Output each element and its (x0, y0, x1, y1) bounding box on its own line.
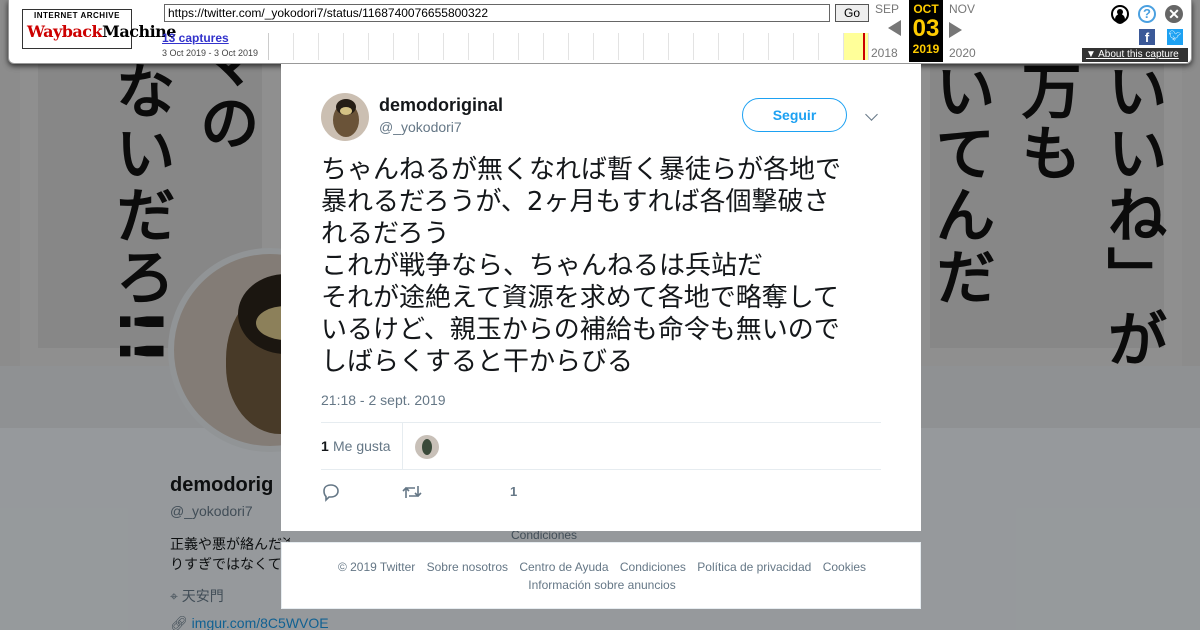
sparkline-month[interactable] (644, 33, 669, 60)
wayback-next-month[interactable]: NOV (949, 2, 975, 16)
about-capture-label[interactable]: About this capture (1098, 49, 1179, 60)
wayback-next-year[interactable]: 2020 (949, 46, 976, 60)
wayback-current-date: OCT 03 2019 (909, 0, 943, 62)
tweet-text-line: いるけど、親玉からの補給も命令も無いので (321, 315, 840, 345)
tweet-author-name[interactable]: demodoriginal (379, 95, 503, 116)
likes-count[interactable]: 1 (321, 438, 329, 454)
sparkline-month[interactable] (294, 33, 319, 60)
sparkline-month[interactable] (844, 33, 869, 60)
sparkline-month[interactable] (494, 33, 519, 60)
prev-arrow-icon[interactable] (888, 20, 901, 36)
wayback-prev-year[interactable]: 2018 (871, 46, 898, 60)
follow-button[interactable]: Seguir (742, 98, 847, 132)
tweet-author-avatar[interactable] (321, 93, 369, 141)
sparkline-month[interactable] (719, 33, 744, 60)
help-icon[interactable]: ? (1138, 5, 1156, 23)
footer-link-privacy[interactable]: Política de privacidad (697, 560, 811, 574)
sparkline-month[interactable] (444, 33, 469, 60)
wayback-date-range: 3 Oct 2019 - 3 Oct 2019 (162, 48, 259, 58)
sparkline-month[interactable] (344, 33, 369, 60)
wayback-url-input[interactable]: https://twitter.com/_yokodori7/status/11… (164, 4, 830, 22)
sparkline-month[interactable] (394, 33, 419, 60)
wayback-toolbar: INTERNET ARCHIVE WaybackMachine https://… (8, 0, 1192, 64)
tweet-author-handle[interactable]: @_yokodori7 (379, 119, 462, 135)
sparkline-month[interactable] (819, 33, 844, 60)
stats-divider (402, 423, 403, 470)
sparkline-month[interactable] (794, 33, 819, 60)
sparkline-month[interactable] (419, 33, 444, 60)
tweet-text-line: それが途絶えて資源を求めて各地で略奪して (321, 283, 839, 313)
sparkline-month[interactable] (469, 33, 494, 60)
tweet-stats: 1 Me gusta (321, 422, 881, 470)
sparkline-month[interactable] (319, 33, 344, 60)
next-arrow-icon[interactable] (949, 22, 962, 38)
sparkline-month[interactable] (569, 33, 594, 60)
sparkline-month[interactable] (694, 33, 719, 60)
sparkline-month[interactable] (769, 33, 794, 60)
wayback-captures-link[interactable]: 13 captures (162, 31, 229, 45)
tweet-text-line: ちゃんねるが無くなれば暫く暴徒らが各地で (321, 155, 842, 185)
wayback-prev-month[interactable]: SEP (875, 2, 899, 16)
current-month: OCT (913, 2, 939, 16)
sparkline-month[interactable] (519, 33, 544, 60)
tweet-text: ちゃんねるが無くなれば暫く暴徒らが各地で 暴れるだろうが、2ヶ月もすれば各個撃破… (321, 154, 891, 378)
wayback-logo[interactable]: INTERNET ARCHIVE WaybackMachine (22, 9, 176, 49)
reply-icon[interactable] (321, 482, 341, 502)
footer-link-cookies[interactable]: Cookies (823, 560, 866, 574)
footer-link-help[interactable]: Centro de Ayuda (519, 560, 608, 574)
sparkline-month[interactable] (619, 33, 644, 60)
sparkline-capture-mark (863, 33, 865, 60)
like-action-count[interactable]: 1 (510, 484, 517, 499)
chevron-down-icon[interactable] (865, 108, 878, 121)
tweet-timestamp[interactable]: 21:18 - 2 sept. 2019 (321, 392, 446, 408)
sparkline-month[interactable] (369, 33, 394, 60)
facebook-icon[interactable]: f (1139, 29, 1155, 45)
close-icon[interactable]: ✕ (1165, 5, 1183, 23)
user-icon[interactable] (1111, 5, 1129, 23)
current-year: 2019 (912, 42, 940, 56)
footer-links: © 2019 Twitter Sobre nosotros Centro de … (282, 560, 922, 574)
tweet-card: demodoriginal @_yokodori7 Seguir ちゃんねるが無… (281, 64, 921, 531)
logo-wayback-word: Wayback (27, 22, 103, 41)
sparkline-month[interactable] (269, 33, 294, 60)
footer: © 2019 Twitter Sobre nosotros Centro de … (281, 542, 921, 609)
retweet-icon[interactable] (401, 482, 423, 502)
current-day: 03 (912, 15, 940, 42)
tweet-text-line: これが戦争なら、ちゃんねるは兵站だ (321, 251, 764, 281)
footer-link-ads[interactable]: Información sobre anuncios (282, 578, 922, 592)
footer-link-terms[interactable]: Condiciones (620, 560, 686, 574)
sparkline-month[interactable] (669, 33, 694, 60)
logo-internet-archive: INTERNET ARCHIVE (34, 11, 120, 20)
wayback-go-button[interactable]: Go (835, 4, 869, 22)
sparkline-month[interactable] (744, 33, 769, 60)
tweet-text-line: 暴れるだろうが、2ヶ月もすれば各個撃破さ (321, 187, 830, 217)
about-capture-link[interactable]: ▼ About this capture (1082, 48, 1188, 62)
likes-label[interactable]: Me gusta (333, 438, 391, 454)
wayback-sparkline[interactable] (268, 33, 869, 60)
logo-wayback-machine: WaybackMachine (27, 22, 176, 41)
footer-copyright: © 2019 Twitter (337, 560, 416, 574)
tweet-text-line: しばらくすると干からびる (321, 347, 634, 377)
tweet-text-line: れるだろう (321, 219, 450, 249)
liker-avatar[interactable] (415, 435, 439, 459)
sparkline-month[interactable] (594, 33, 619, 60)
sparkline-month[interactable] (544, 33, 569, 60)
twitter-icon[interactable]: 🐦︎ (1167, 29, 1183, 45)
footer-link-about[interactable]: Sobre nosotros (427, 560, 508, 574)
